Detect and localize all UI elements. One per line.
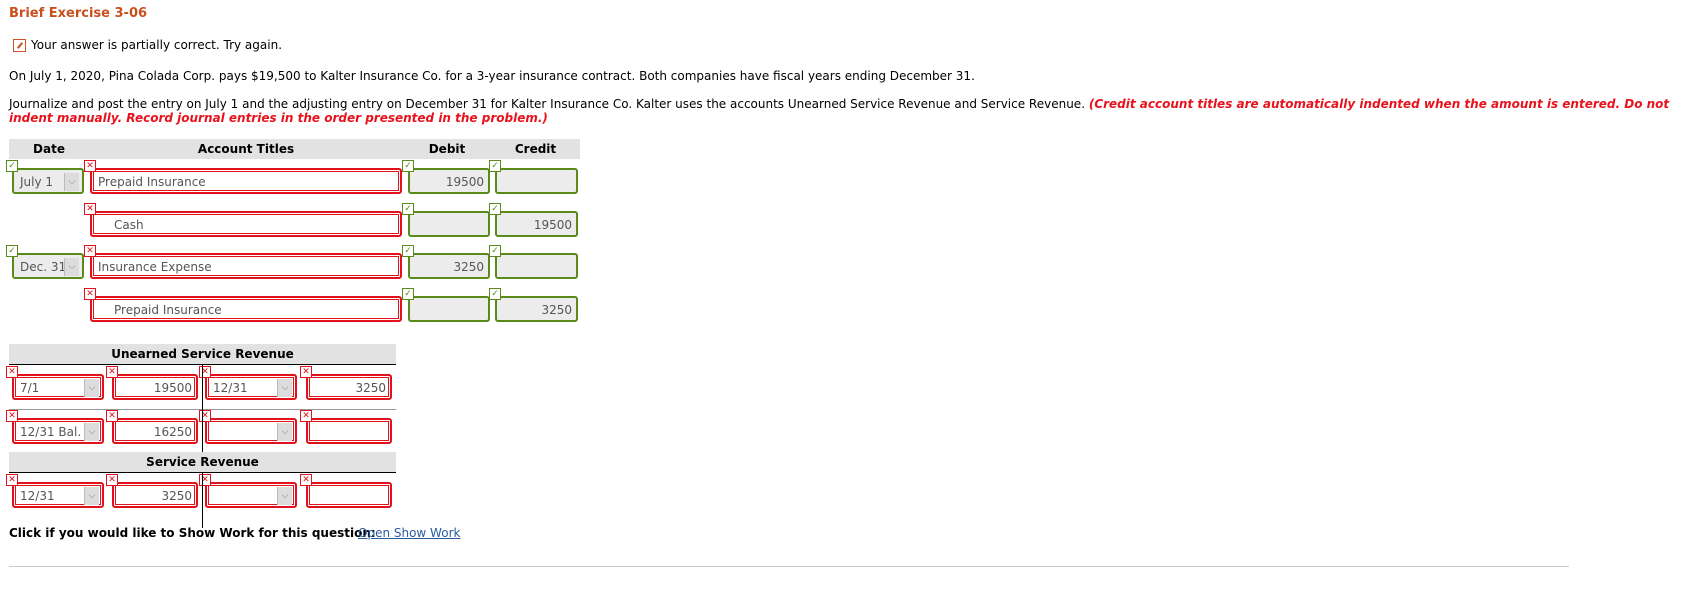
instructions: Journalize and post the entry on July 1 … <box>9 97 1681 125</box>
credit-input-value: 3250 <box>541 303 572 317</box>
credit-input[interactable] <box>495 168 578 194</box>
right-amount-input[interactable]: 3250 <box>306 374 392 400</box>
left-amount-input-value: 3250 <box>161 489 192 503</box>
chevron-down-icon[interactable]: ⌵ <box>277 379 292 397</box>
right-date-select[interactable]: 12/31 ⌵ <box>205 374 297 400</box>
account-title-input[interactable]: Cash <box>90 211 402 237</box>
status-message: Your answer is partially correct. Try ag… <box>13 38 282 52</box>
header-date: Date <box>9 139 89 159</box>
t-account-title: Service Revenue <box>9 452 396 472</box>
account-title-input-value: Prepaid Insurance <box>98 175 206 189</box>
credit-input[interactable]: 3250 <box>495 296 578 322</box>
left-date-select-value: 12/31 Bal. <box>20 425 82 439</box>
date-select[interactable]: Dec. 31 ⌵ <box>12 253 84 279</box>
header-debit: Debit <box>403 139 491 159</box>
right-date-select[interactable]: ⌵ <box>205 482 297 508</box>
date-select[interactable]: July 1 ⌵ <box>12 168 84 194</box>
credit-input[interactable]: 19500 <box>495 211 578 237</box>
check-icon: ✓ <box>402 203 414 215</box>
date-select-value: July 1 <box>20 175 54 189</box>
x-icon: ✕ <box>106 410 118 422</box>
chevron-down-icon[interactable]: ⌵ <box>277 487 292 505</box>
left-amount-input[interactable]: 3250 <box>112 482 198 508</box>
left-date-select[interactable]: 12/31 Bal. ⌵ <box>12 418 104 444</box>
left-date-select-value: 7/1 <box>20 381 40 395</box>
credit-input-value: 19500 <box>533 218 572 232</box>
date-select-value: Dec. 31 <box>20 260 67 274</box>
account-title-input[interactable]: Insurance Expense <box>90 253 402 279</box>
pencil-icon <box>13 38 26 52</box>
x-icon: ✕ <box>84 288 96 300</box>
x-icon: ✕ <box>199 474 211 486</box>
x-icon: ✕ <box>6 366 18 378</box>
check-icon: ✓ <box>489 160 501 172</box>
left-amount-input-value: 19500 <box>153 381 192 395</box>
account-title-input-value: Cash <box>114 218 144 232</box>
check-icon: ✓ <box>489 245 501 257</box>
left-amount-input-value: 16250 <box>153 425 192 439</box>
problem-text: On July 1, 2020, Pina Colada Corp. pays … <box>9 69 975 83</box>
left-date-select[interactable]: 7/1 ⌵ <box>12 374 104 400</box>
left-amount-input[interactable]: 19500 <box>112 374 198 400</box>
check-icon: ✓ <box>402 245 414 257</box>
account-title-input-value: Insurance Expense <box>98 260 212 274</box>
t-account-title: Unearned Service Revenue <box>9 344 396 364</box>
debit-input[interactable]: 19500 <box>408 168 490 194</box>
right-amount-input[interactable] <box>306 418 392 444</box>
exercise-title: Brief Exercise 3-06 <box>9 6 148 21</box>
status-text: Your answer is partially correct. Try ag… <box>31 38 283 52</box>
instructions-text: Journalize and post the entry on July 1 … <box>9 97 1089 111</box>
x-icon: ✕ <box>84 245 96 257</box>
check-icon: ✓ <box>402 288 414 300</box>
left-amount-input[interactable]: 16250 <box>112 418 198 444</box>
chevron-down-icon[interactable]: ⌵ <box>84 379 99 397</box>
debit-input-value: 3250 <box>453 260 484 274</box>
x-icon: ✕ <box>300 474 312 486</box>
debit-input-value: 19500 <box>445 175 484 189</box>
header-credit: Credit <box>491 139 580 159</box>
left-date-select-value: 12/31 <box>20 489 55 503</box>
open-show-work-link[interactable]: Open Show Work <box>358 526 460 540</box>
right-amount-input-value: 3250 <box>355 381 386 395</box>
t-account-center-line <box>202 472 203 528</box>
x-icon: ✕ <box>300 366 312 378</box>
left-date-select[interactable]: 12/31 ⌵ <box>12 482 104 508</box>
debit-input[interactable]: 3250 <box>408 253 490 279</box>
t-account-center-line <box>202 364 203 452</box>
account-title-input[interactable]: Prepaid Insurance <box>90 296 402 322</box>
account-title-input-value: Prepaid Insurance <box>114 303 222 317</box>
right-date-select-value: 12/31 <box>213 381 248 395</box>
header-account-titles: Account Titles <box>89 139 403 159</box>
chevron-down-icon[interactable]: ⌵ <box>64 173 79 191</box>
chevron-down-icon[interactable]: ⌵ <box>84 487 99 505</box>
divider <box>9 566 1569 567</box>
chevron-down-icon[interactable]: ⌵ <box>277 423 292 441</box>
show-work-prompt: Click if you would like to Show Work for… <box>9 526 376 540</box>
credit-input[interactable] <box>495 253 578 279</box>
check-icon: ✓ <box>489 288 501 300</box>
x-icon: ✕ <box>199 410 211 422</box>
right-date-select[interactable]: ⌵ <box>205 418 297 444</box>
chevron-down-icon[interactable]: ⌵ <box>84 423 99 441</box>
x-icon: ✕ <box>84 160 96 172</box>
check-icon: ✓ <box>6 245 18 257</box>
x-icon: ✕ <box>106 474 118 486</box>
x-icon: ✕ <box>106 366 118 378</box>
check-icon: ✓ <box>489 203 501 215</box>
x-icon: ✕ <box>6 474 18 486</box>
x-icon: ✕ <box>6 410 18 422</box>
check-icon: ✓ <box>6 160 18 172</box>
check-icon: ✓ <box>402 160 414 172</box>
x-icon: ✕ <box>300 410 312 422</box>
right-amount-input[interactable] <box>306 482 392 508</box>
account-title-input[interactable]: Prepaid Insurance <box>90 168 402 194</box>
chevron-down-icon[interactable]: ⌵ <box>64 258 79 276</box>
x-icon: ✕ <box>199 366 211 378</box>
debit-input[interactable] <box>408 296 490 322</box>
x-icon: ✕ <box>84 203 96 215</box>
debit-input[interactable] <box>408 211 490 237</box>
